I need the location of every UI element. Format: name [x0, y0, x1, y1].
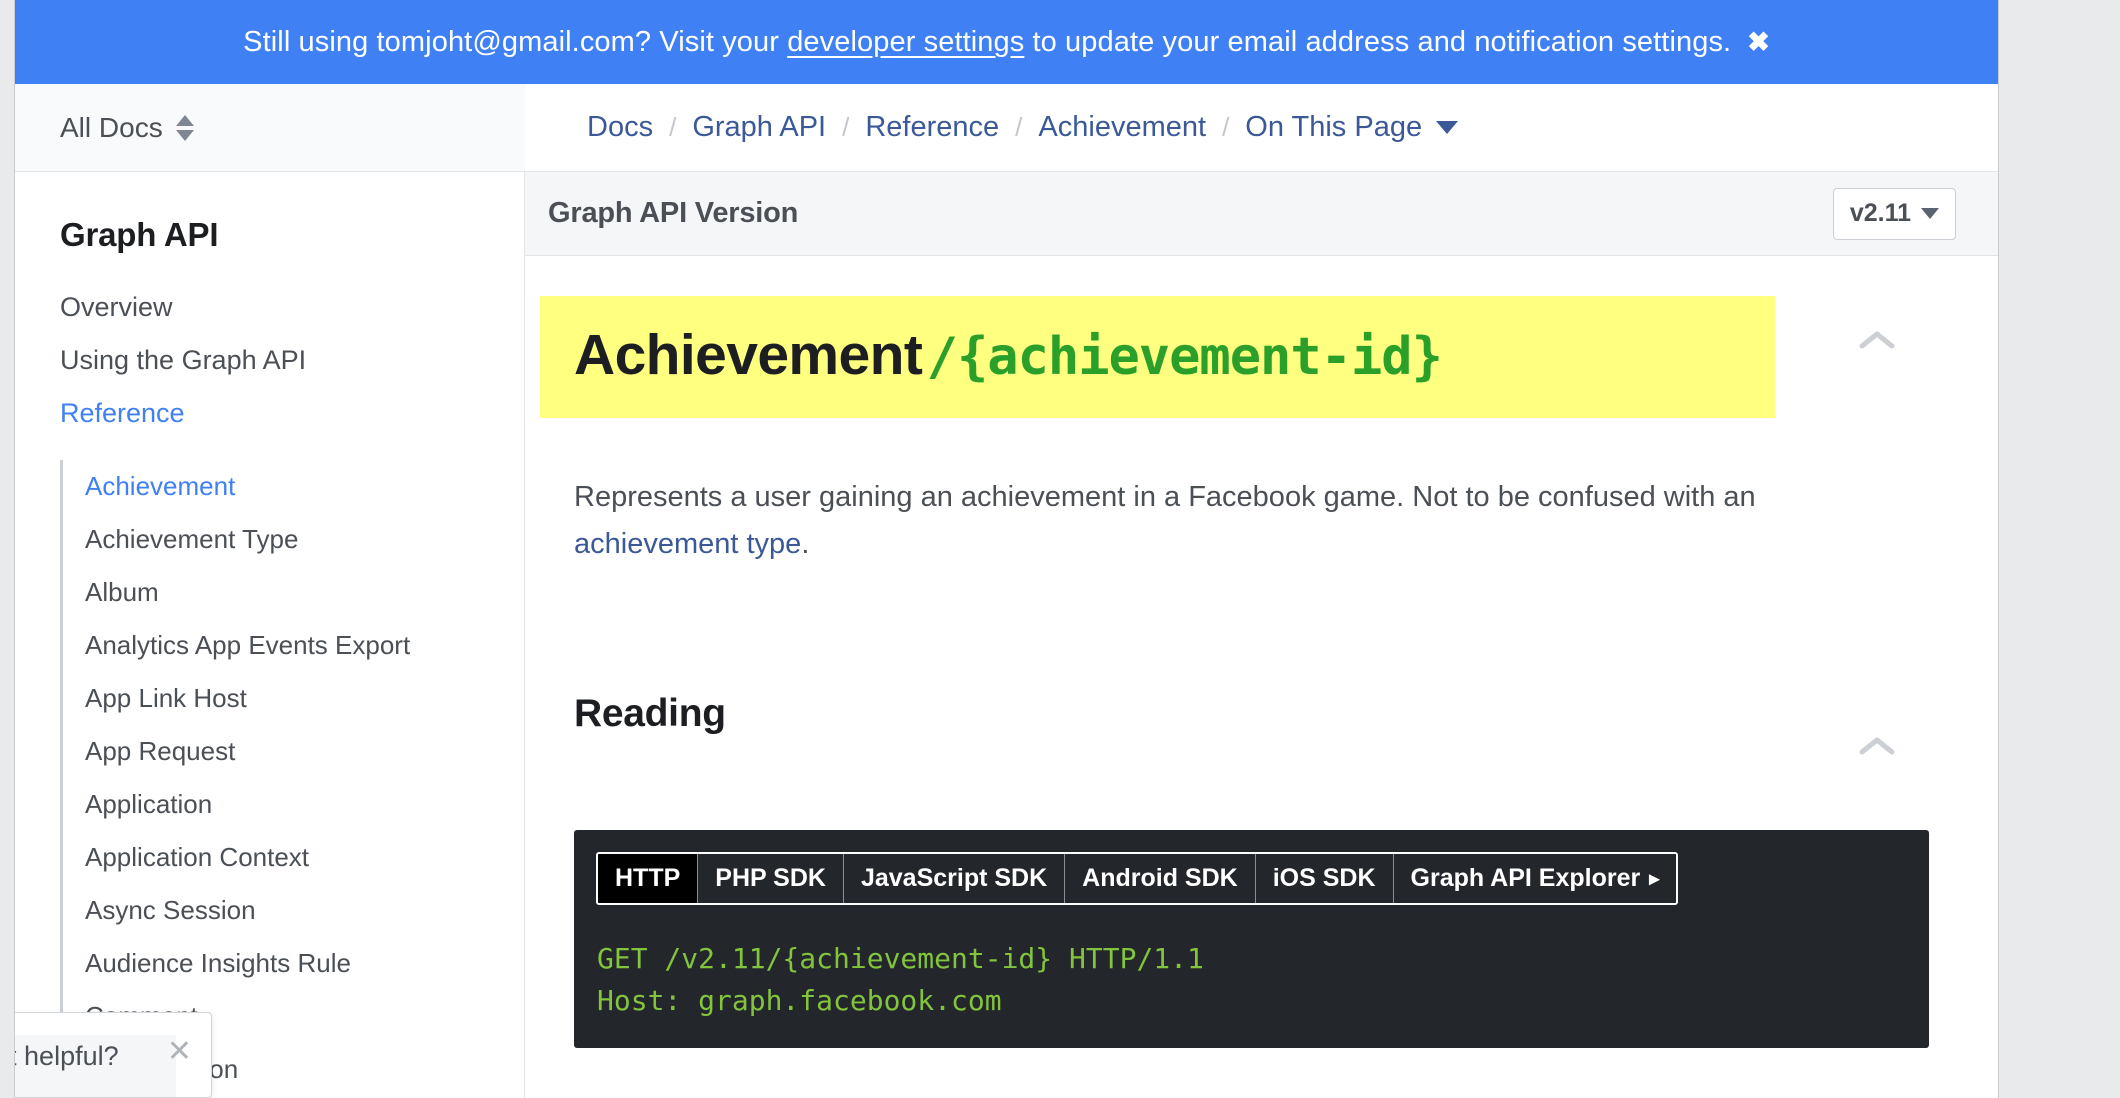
browser-right-gutter	[1998, 0, 2120, 1098]
version-select[interactable]: v2.11	[1832, 187, 1956, 240]
breadcrumb-item-reference[interactable]: Reference	[865, 111, 999, 144]
collapse-section-icon-reading[interactable]	[1859, 734, 1895, 758]
version-bar-label: Graph API Version	[548, 197, 799, 229]
intro-paragraph: Represents a user gaining an achievement…	[574, 474, 1784, 568]
sidebar-item-application-context[interactable]: Application Context	[63, 831, 524, 884]
notification-banner: Still using tomjoht@gmail.com? Visit you…	[15, 0, 1998, 84]
sidebar-item-app-request[interactable]: App Request	[63, 725, 524, 778]
play-arrow-icon: ▸	[1649, 868, 1660, 890]
sidebar-item-using-the-graph-api[interactable]: Using the Graph API	[15, 334, 524, 387]
sidebar-item-achievement-type[interactable]: Achievement Type	[63, 513, 524, 566]
tab-android-sdk-label: Android SDK	[1082, 864, 1238, 892]
sidebar-reference-sublist: Achievement Achievement Type Album Analy…	[60, 460, 524, 1096]
sidebar-item-achievement[interactable]: Achievement	[63, 460, 524, 513]
intro-paragraph-text: Represents a user gaining an achievement…	[574, 481, 1756, 513]
page-title: Achievement	[574, 323, 923, 387]
chevron-up-icon	[1859, 737, 1895, 755]
breadcrumb: Docs / Graph API / Reference / Achieveme…	[525, 84, 1998, 172]
tab-ios-sdk[interactable]: iOS SDK	[1255, 854, 1394, 903]
breadcrumb-item-achievement[interactable]: Achievement	[1038, 111, 1206, 144]
breadcrumb-separator: /	[669, 112, 677, 142]
chevron-down-icon[interactable]	[1436, 121, 1459, 134]
sidebar-top-nav: Overview Using the Graph API Reference	[15, 281, 524, 440]
breadcrumb-item-graph-api[interactable]: Graph API	[692, 111, 826, 144]
all-docs-switcher[interactable]: All Docs	[15, 84, 525, 172]
tab-javascript-sdk[interactable]: JavaScript SDK	[843, 854, 1066, 903]
sidebar-item-audience-insights-rule[interactable]: Audience Insights Rule	[63, 937, 524, 990]
code-block: HTTP PHP SDK JavaScript SDK Android SDK …	[574, 830, 1929, 1048]
section-heading-reading: Reading	[574, 692, 726, 735]
achievement-type-link[interactable]: achievement type	[574, 528, 801, 560]
tab-graph-api-explorer-label: Graph API Explorer	[1410, 864, 1641, 892]
all-docs-label: All Docs	[60, 111, 163, 143]
sidebar-title: Graph API	[60, 216, 219, 253]
browser-left-edge	[0, 0, 15, 1098]
tab-javascript-sdk-label: JavaScript SDK	[860, 864, 1048, 892]
sidebar-item-album[interactable]: Album	[63, 566, 524, 619]
sidebar-item-reference[interactable]: Reference	[15, 387, 524, 440]
graph-api-version-bar: Graph API Version v2.11	[525, 172, 1998, 256]
breadcrumb-item-on-this-page[interactable]: On This Page	[1245, 111, 1422, 144]
sidebar-item-async-session[interactable]: Async Session	[63, 884, 524, 937]
feedback-popup-text: cument helpful?	[15, 1041, 119, 1071]
sidebar-item-app-link-host[interactable]: App Link Host	[63, 672, 524, 725]
feedback-popup: cument helpful? ✕	[15, 1012, 212, 1098]
close-icon[interactable]: ✖	[1747, 28, 1770, 56]
sidebar-item-overview[interactable]: Overview	[15, 281, 524, 334]
screenshot-root: Still using tomjoht@gmail.com? Visit you…	[0, 0, 2120, 1098]
tab-http-label: HTTP	[615, 864, 681, 892]
tab-graph-api-explorer[interactable]: Graph API Explorer ▸	[1393, 854, 1677, 903]
notification-banner-text: Still using tomjoht@gmail.com? Visit you…	[243, 25, 1731, 59]
tab-php-sdk[interactable]: PHP SDK	[698, 854, 844, 903]
tab-php-sdk-label: PHP SDK	[715, 864, 826, 892]
page-title-path: /{achievement-id}	[926, 327, 1443, 387]
chevron-up-icon	[1859, 331, 1895, 349]
page-title-highlight: Achievement /{achievement-id}	[540, 296, 1775, 418]
close-icon[interactable]: ✕	[167, 1037, 192, 1067]
chevron-down-icon	[1921, 208, 1939, 219]
breadcrumb-separator: /	[1015, 112, 1023, 142]
developer-settings-link[interactable]: developer settings	[787, 26, 1024, 58]
banner-text-before: Still using tomjoht@gmail.com? Visit you…	[243, 26, 788, 58]
breadcrumb-separator: /	[1222, 112, 1230, 142]
banner-text-after: to update your email address and notific…	[1024, 26, 1732, 58]
breadcrumb-item-docs[interactable]: Docs	[587, 111, 653, 144]
sidebar-item-analytics-app-events-export[interactable]: Analytics App Events Export	[63, 619, 524, 672]
tab-ios-sdk-label: iOS SDK	[1272, 864, 1376, 892]
code-content: GET /v2.11/{achievement-id} HTTP/1.1 Hos…	[597, 942, 1204, 1017]
version-select-value: v2.11	[1849, 199, 1911, 227]
tab-http[interactable]: HTTP	[598, 854, 699, 903]
sidebar-item-application[interactable]: Application	[63, 778, 524, 831]
intro-paragraph-tail: .	[801, 528, 810, 560]
sidebar: Graph API Overview Using the Graph API R…	[15, 172, 525, 1098]
breadcrumb-separator: /	[842, 112, 850, 142]
tab-android-sdk[interactable]: Android SDK	[1065, 854, 1256, 903]
code-tabs: HTTP PHP SDK JavaScript SDK Android SDK …	[596, 852, 1679, 905]
sort-updown-icon	[175, 113, 194, 143]
page-canvas: Still using tomjoht@gmail.com? Visit you…	[15, 0, 1998, 1098]
collapse-section-icon-overview[interactable]	[1859, 328, 1895, 352]
main-content: Achievement /{achievement-id} Represents…	[525, 256, 1998, 1098]
